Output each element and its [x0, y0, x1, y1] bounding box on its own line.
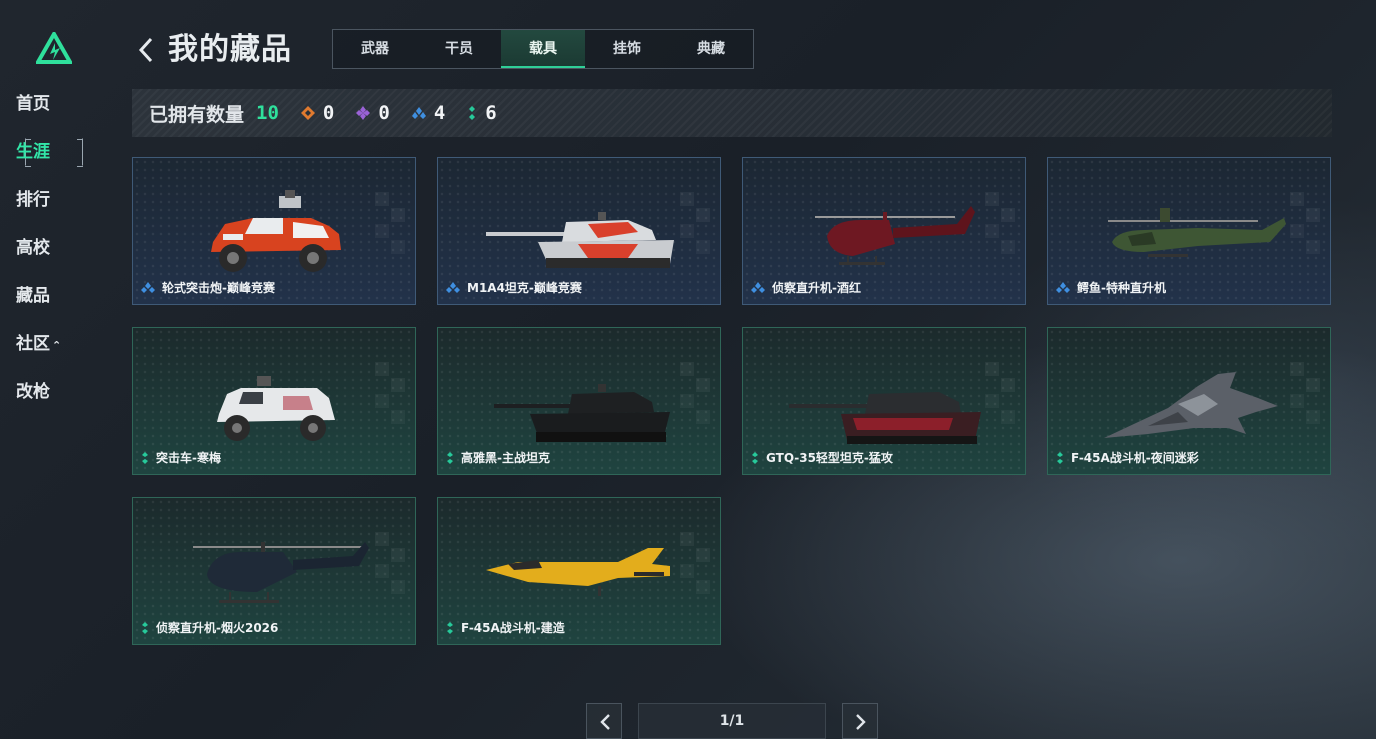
nav-label: 高校: [16, 238, 50, 258]
helicopter-icon: [815, 206, 975, 265]
nav-label: 生涯: [16, 142, 50, 162]
green-diamond-icon: [469, 106, 476, 120]
nav-label: 藏品: [16, 286, 50, 306]
rarity-count-orange: 0: [300, 102, 335, 124]
rarity-count: 6: [485, 102, 497, 124]
nav-label: 排行: [16, 190, 50, 210]
page-title: 我的藏品: [168, 32, 292, 67]
item-name: 轮式突击炮-巅峰竞赛: [162, 281, 275, 295]
nav-item-ranking[interactable]: 排行: [16, 186, 50, 214]
rarity-count-green: 6: [467, 102, 497, 124]
prev-page-button[interactable]: [586, 703, 622, 739]
card-caption: F-45A战斗机-建造: [446, 619, 565, 636]
orange-diamond-icon: [300, 106, 315, 120]
fighter-jet-icon: [1104, 372, 1278, 438]
item-name: M1A4坦克-巅峰竞赛: [467, 281, 582, 295]
card-caption: F-45A战斗机-夜间迷彩: [1056, 449, 1199, 466]
page-indicator: 1/1: [638, 703, 826, 739]
item-name: 突击车-寒梅: [156, 451, 221, 465]
app-logo-icon[interactable]: [36, 32, 72, 64]
collection-card[interactable]: 突击车-寒梅: [132, 327, 416, 475]
card-caption: GTQ-35轻型坦克-猛攻: [751, 449, 893, 466]
item-name: 侦察直升机-酒红: [772, 281, 861, 295]
collection-card[interactable]: 侦察直升机-烟火2026: [132, 497, 416, 645]
collection-card[interactable]: 鳄鱼-特种直升机: [1047, 157, 1331, 305]
back-arrow-icon[interactable]: [136, 36, 156, 64]
rarity-count: 4: [433, 102, 446, 124]
green-rarity-icon: [141, 622, 149, 634]
nav-item-gun-mod[interactable]: 改枪: [16, 378, 50, 406]
item-name: 侦察直升机-烟火2026: [156, 621, 279, 635]
tab-operators[interactable]: 干员: [417, 30, 501, 68]
blue-rarity-icon: [751, 282, 765, 294]
tank-icon: [486, 212, 674, 268]
green-rarity-icon: [141, 452, 149, 464]
rarity-count: 0: [378, 102, 390, 124]
collection-card[interactable]: 轮式突击炮-巅峰竞赛: [132, 157, 416, 305]
card-caption: 突击车-寒梅: [141, 449, 221, 466]
helicopter-icon: [193, 542, 369, 603]
green-rarity-icon: [751, 452, 759, 464]
blue-rarity-icon: [446, 282, 460, 294]
fighter-jet-icon: [486, 548, 670, 596]
green-rarity-icon: [446, 452, 454, 464]
item-name: 高雅黑-主战坦克: [461, 451, 550, 465]
attack-helicopter-icon: [1108, 208, 1286, 257]
collection-card[interactable]: F-45A战斗机-建造: [437, 497, 721, 645]
next-page-button[interactable]: [842, 703, 878, 739]
item-name: F-45A战斗机-夜间迷彩: [1071, 451, 1199, 465]
tab-charms[interactable]: 挂饰: [585, 30, 669, 68]
card-caption: 高雅黑-主战坦克: [446, 449, 550, 466]
category-tabs: 武器 干员 载具 挂饰 典藏: [332, 29, 754, 69]
green-rarity-icon: [446, 622, 454, 634]
chevron-right-icon: [856, 714, 866, 730]
card-caption: 轮式突击炮-巅峰竞赛: [141, 279, 275, 296]
nav-item-home[interactable]: 首页: [16, 90, 50, 118]
blue-rarity-icon: [1056, 282, 1070, 294]
nav-label: 改枪: [16, 382, 50, 402]
chevron-up-icon: ⌃: [52, 339, 62, 352]
armored-car-icon: [211, 190, 341, 272]
collection-card[interactable]: M1A4坦克-巅峰竞赛: [437, 157, 721, 305]
tab-weapons[interactable]: 武器: [333, 30, 417, 68]
tab-collector[interactable]: 典藏: [669, 30, 753, 68]
nav-item-career[interactable]: 生涯: [16, 138, 50, 166]
tank-icon: [789, 392, 981, 444]
nav-item-collection[interactable]: 藏品: [16, 282, 50, 310]
item-name: GTQ-35轻型坦克-猛攻: [766, 451, 893, 465]
rarity-count: 0: [322, 102, 335, 124]
collection-card[interactable]: GTQ-35轻型坦克-猛攻: [742, 327, 1026, 475]
card-caption: 侦察直升机-酒红: [751, 279, 861, 296]
chevron-left-icon: [600, 714, 610, 730]
blue-rarity-icon: [141, 282, 155, 294]
owned-count-bar: 已拥有数量 10 0 0 4 6: [132, 89, 1332, 137]
rarity-count-purple: 0: [356, 102, 390, 124]
rarity-count-blue: 4: [411, 102, 446, 124]
tab-vehicles[interactable]: 载具: [501, 30, 585, 68]
collection-card[interactable]: F-45A战斗机-夜间迷彩: [1047, 327, 1331, 475]
owned-count-label: 已拥有数量: [149, 103, 245, 126]
card-caption: 侦察直升机-烟火2026: [141, 619, 278, 636]
collection-card[interactable]: 侦察直升机-酒红: [742, 157, 1026, 305]
tank-icon: [494, 384, 670, 442]
purple-diamond-icon: [356, 106, 371, 120]
nav-item-community[interactable]: 社区 ⌃: [16, 330, 61, 358]
nav-label: 社区: [16, 334, 50, 354]
card-caption: 鳄鱼-特种直升机: [1056, 279, 1166, 296]
green-rarity-icon: [1056, 452, 1064, 464]
blue-diamond-icon: [411, 107, 426, 119]
armored-car-icon: [217, 376, 335, 441]
nav-label: 首页: [16, 94, 50, 114]
card-caption: M1A4坦克-巅峰竞赛: [446, 279, 582, 296]
nav-item-university[interactable]: 高校: [16, 234, 50, 262]
item-name: 鳄鱼-特种直升机: [1077, 281, 1166, 295]
collection-card[interactable]: 高雅黑-主战坦克: [437, 327, 721, 475]
owned-count-total: 10: [256, 102, 279, 124]
item-name: F-45A战斗机-建造: [461, 621, 565, 635]
